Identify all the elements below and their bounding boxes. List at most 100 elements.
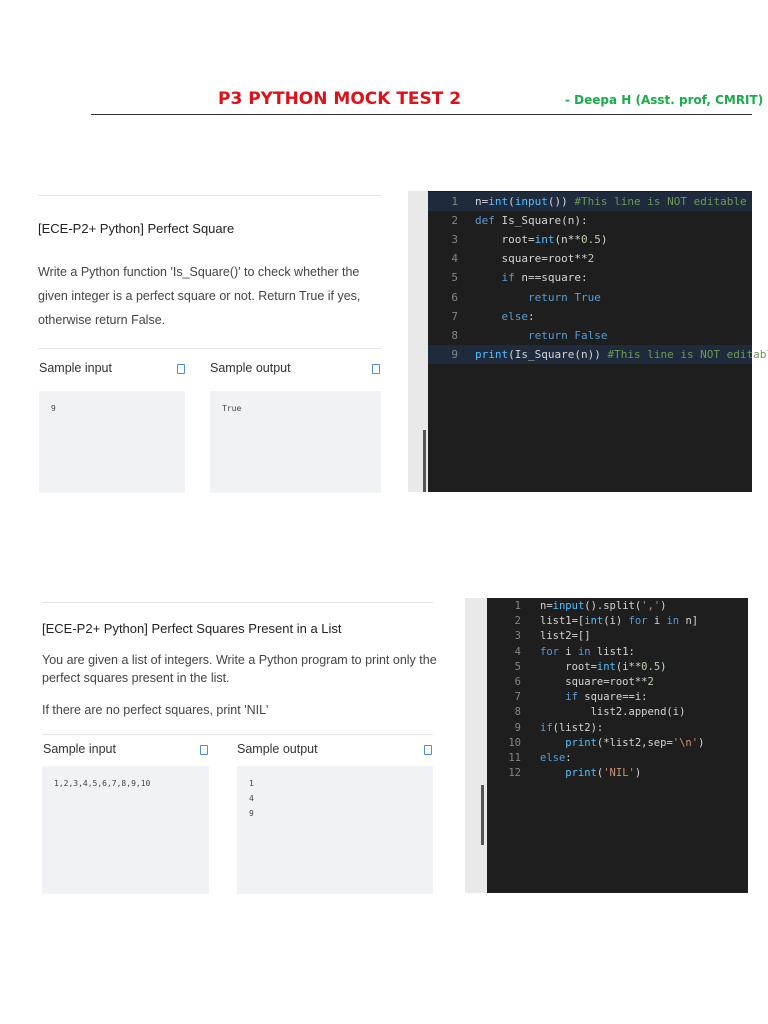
code-token: ',' [641,600,661,612]
line-number: 9 [451,347,458,361]
code-token: root= [475,233,535,247]
code-line[interactable]: 3 root=int(n**0.5) [428,230,752,249]
code-text: def Is_Square(n): [475,211,588,230]
copy-icon[interactable] [372,364,380,374]
line-number: 4 [451,252,458,266]
sample-input-label: Sample input [39,361,112,375]
code-line[interactable]: 1 n=input().split(',') [487,599,748,614]
code-token: (i) [603,615,629,628]
line-number: 6 [451,290,458,304]
code-text: if square==i: [540,690,647,705]
code-text: for i in list1: [540,645,635,660]
code-token: 2 [587,252,595,266]
code-line[interactable]: 2 def Is_Square(n): [428,211,752,230]
code-token: n= [540,600,553,612]
line-number: 2 [451,214,458,228]
problem-title: [ECE-P2+ Python] Perfect Square [38,221,235,236]
code-token: 0.5 [641,660,661,673]
line-number: 7 [451,309,458,323]
code-line[interactable]: 3 list2=[] [487,629,748,644]
scrollbar[interactable] [423,430,426,492]
line-number: 4 [514,645,521,658]
code-token: else [540,752,566,764]
code-token: i [565,645,578,658]
code-token: int [488,195,509,208]
sample-input-label: Sample input [43,742,116,756]
sample-output-box: 1 4 9 [237,766,433,894]
code-token: list1=[ [540,615,585,628]
copy-icon[interactable] [200,745,208,755]
code-line[interactable]: 10 print(*list2,sep='\n') [487,736,748,751]
code-line[interactable]: 2 list1=[int(i) for i in n] [487,614,748,629]
code-token: (*list2,sep= [596,736,673,749]
code-line[interactable]: 8 list2.append(i) [487,705,748,720]
code-text: else: [540,751,572,766]
code-text: list2=[] [540,629,591,644]
code-token: ) [660,600,667,612]
code-line[interactable]: 9 if(list2): [487,721,748,736]
code-token: int [534,233,555,247]
line-number: 7 [514,691,521,704]
copy-icon[interactable] [424,745,432,755]
line-number: 3 [451,233,458,247]
problem-card-2: [ECE-P2+ Python] Perfect Squares Present… [42,602,437,894]
code-token: print [540,767,597,780]
scrollbar[interactable] [481,785,484,845]
code-token: 'NIL' [603,767,635,780]
code-line[interactable]: 8 return False [428,326,752,345]
sample-output-box: True [210,391,381,493]
problem-description: You are given a list of integers. Write … [42,653,437,685]
code-token: #This line is NOT editable [607,347,768,361]
code-line[interactable]: 7 if square==i: [487,690,748,705]
code-line[interactable]: 4 for i in list1: [487,645,748,660]
divider [38,348,381,349]
code-text: if n==square: [475,268,587,287]
code-token: return True [475,290,601,304]
code-line[interactable]: 9 print(Is_Square(n)) #This line is NOT e… [428,344,768,364]
code-token: if [540,721,553,734]
code-token: (n** [554,233,581,247]
code-text: list1=[int(i) for i in n] [540,614,698,629]
code-line[interactable]: 1 n=int(input()) #This line is NOT editab… [428,192,752,212]
problem-title: [ECE-P2+ Python] Perfect Squares Present… [42,621,342,636]
code-token: : [565,752,572,764]
code-token: for [540,645,566,658]
code-line[interactable]: 7 else: [428,307,752,326]
code-line[interactable]: 5 if n==square: [428,268,752,287]
editor-gutter-strip [465,598,487,893]
problem-card-1: [ECE-P2+ Python] Perfect Square Write a … [38,195,381,493]
code-text: print(Is_Square(n)) #This line is NOT ed… [475,345,768,364]
document-title: P3 PYTHON MOCK TEST 2 [218,89,462,109]
code-token: in [577,645,597,658]
code-line[interactable]: 6 return True [428,288,752,307]
sample-input-box: 9 [39,391,185,493]
code-token: square=root** [475,252,588,266]
code-line[interactable]: 11 else: [487,751,748,766]
code-token: int [596,660,616,673]
code-text: print(*list2,sep='\n') [540,736,704,751]
code-text: square=root**2 [475,249,594,268]
code-line[interactable]: 12 print('NIL') [487,766,748,781]
code-line[interactable]: 4 square=root**2 [428,249,752,268]
code-token: : [527,309,535,323]
code-token: i [653,615,667,628]
header-rule [91,114,752,115]
code-line[interactable]: 6 square=root**2 [487,675,748,690]
code-token: ) [600,233,608,247]
code-token: 2 [647,676,654,688]
code-token: (Is_Square(n)) [508,347,608,361]
code-token: input [552,600,585,612]
line-number: 3 [514,630,521,643]
code-token: root= [540,660,597,673]
copy-icon[interactable] [177,364,185,374]
code-editor-2[interactable]: 1 n=input().split(',') 2 list1=[int(i) for … [487,598,748,893]
code-text: if(list2): [540,721,603,736]
author-credit: - Deepa H (Asst. prof, CMRIT) [565,93,764,107]
line-number: 2 [514,615,521,628]
code-editor-1[interactable]: 1 n=int(input()) #This line is NOT editab… [428,191,768,492]
line-number: 6 [514,676,521,688]
line-number: 10 [508,736,521,749]
code-token: ()) [547,195,575,208]
code-token: int [584,615,604,628]
code-line[interactable]: 5 root=int(i**0.5) [487,660,748,675]
